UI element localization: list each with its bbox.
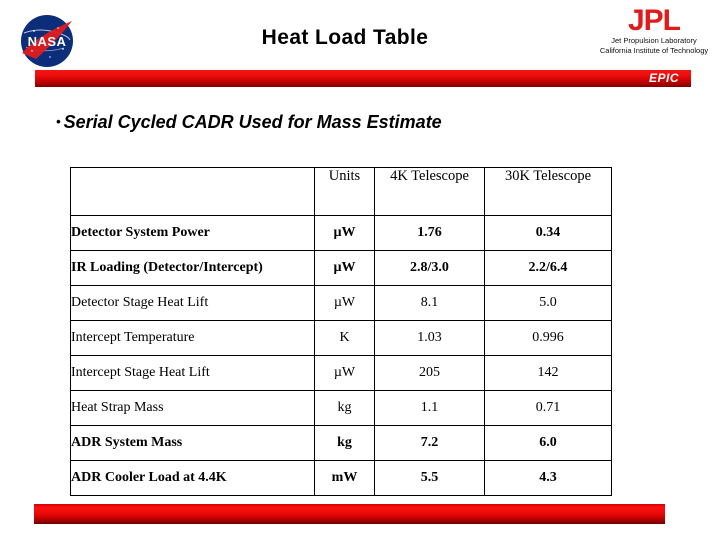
table-row: Intercept Stage Heat Lift µW 205 142: [70, 355, 612, 391]
cell-units: µW: [314, 215, 375, 251]
cell-value-30k: 0.34: [484, 215, 612, 251]
cell-units: µW: [314, 355, 375, 391]
cell-value-30k: 5.0: [484, 285, 612, 321]
cell-value-4k: 205: [374, 355, 485, 391]
table-row: Heat Strap Mass kg 1.1 0.71: [70, 390, 612, 426]
cell-value-30k: 2.2/6.4: [484, 250, 612, 286]
cell-value-4k: 7.2: [374, 425, 485, 461]
table-row: ADR System Mass kg 7.2 6.0: [70, 425, 612, 461]
cell-parameter-label: Detector System Power: [70, 215, 315, 251]
cell-value-30k: 0.996: [484, 320, 612, 356]
cell-units: K: [314, 320, 375, 356]
cell-value-4k: 5.5: [374, 460, 485, 496]
cell-value-4k: 2.8/3.0: [374, 250, 485, 286]
bullet-line: • Serial Cycled CADR Used for Mass Estima…: [56, 112, 442, 133]
table-row: ADR Cooler Load at 4.4K mW 5.5 4.3: [70, 460, 612, 496]
table-row: Detector System Power µW 1.76 0.34: [70, 215, 612, 251]
table-header-row: Units 4K Telescope 30K Telescope: [70, 167, 612, 216]
jpl-institute-name: California Institute of Technology: [599, 45, 709, 55]
cell-value-4k: 8.1: [374, 285, 485, 321]
jpl-wordmark: JPL: [627, 4, 681, 37]
cell-parameter-label: Heat Strap Mass: [70, 390, 315, 426]
cell-units: kg: [314, 390, 375, 426]
bullet-marker-icon: •: [56, 114, 61, 129]
nasa-logo: NASA: [18, 13, 76, 69]
svg-text:NASA: NASA: [28, 34, 67, 49]
table-row: IR Loading (Detector/Intercept) µW 2.8/3.0…: [70, 250, 612, 286]
cell-value-30k: 0.71: [484, 390, 612, 426]
cell-parameter-label: ADR System Mass: [70, 425, 315, 461]
bullet-text: Serial Cycled CADR Used for Mass Estimat…: [63, 112, 442, 132]
cell-value-4k: 1.03: [374, 320, 485, 356]
top-banner-bar: EPIC: [35, 70, 691, 87]
cell-parameter-label: IR Loading (Detector/Intercept): [70, 250, 315, 286]
nasa-meatball-icon: NASA: [21, 15, 73, 67]
cell-parameter-label: Intercept Stage Heat Lift: [70, 355, 315, 391]
table-row: Intercept Temperature K 1.03 0.996: [70, 320, 612, 356]
cell-units: mW: [314, 460, 375, 496]
cell-parameter-label: ADR Cooler Load at 4.4K: [70, 460, 315, 496]
jpl-lab-name: Jet Propulsion Laboratory: [611, 36, 697, 45]
project-banner-label: EPIC: [648, 71, 679, 85]
cell-units: kg: [314, 425, 375, 461]
table-body: Detector System Power µW 1.76 0.34 IR Loadin…: [70, 215, 612, 496]
jpl-logo: JPL Jet Propulsion Laboratory California…: [596, 6, 712, 55]
heat-load-table-wrapper: Units 4K Telescope 30K Telescope Detecto…: [70, 167, 612, 496]
page-title: Heat Load Table: [261, 26, 429, 49]
table-row: Detector Stage Heat Lift µW 8.1 5.0: [70, 285, 612, 321]
cell-parameter-label: Detector Stage Heat Lift: [70, 285, 315, 321]
column-header-4k-telescope: 4K Telescope: [374, 167, 485, 216]
cell-units: µW: [314, 250, 375, 286]
cell-value-30k: 4.3: [484, 460, 612, 496]
cell-value-4k: 1.1: [374, 390, 485, 426]
cell-value-30k: 142: [484, 355, 612, 391]
heat-load-table: Units 4K Telescope 30K Telescope Detecto…: [70, 167, 612, 496]
column-header-30k-telescope: 30K Telescope: [484, 167, 612, 216]
cell-parameter-label: Intercept Temperature: [70, 320, 315, 356]
cell-units: µW: [314, 285, 375, 321]
slide-header: NASA Heat Load Table JPL Jet Propulsion …: [0, 0, 720, 95]
cell-value-30k: 6.0: [484, 425, 612, 461]
column-header-units: Units: [314, 167, 375, 216]
cell-value-4k: 1.76: [374, 215, 485, 251]
bottom-banner-bar: [34, 504, 665, 524]
table-header: Units 4K Telescope 30K Telescope: [70, 167, 612, 216]
column-header-blank: [70, 167, 315, 216]
